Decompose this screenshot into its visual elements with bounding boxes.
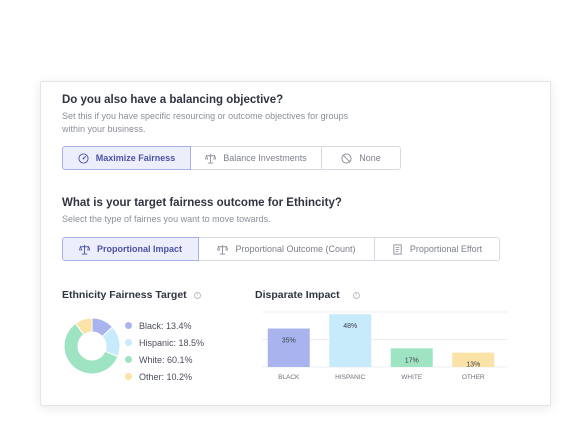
- legend-label: Other: 10.2%: [139, 371, 193, 382]
- proportional-outcome-label: Proportional Outcome (Count): [235, 244, 356, 254]
- balancing-objective-title: Do you also have a balancing objective?: [62, 94, 284, 106]
- info-icon[interactable]: i: [194, 292, 201, 299]
- legend-dot: [125, 373, 132, 380]
- scale-icon: [78, 244, 90, 255]
- fairness-target-donut: [63, 317, 121, 375]
- balancing-objective-selector: Maximize Fairness Balance Investments No…: [62, 146, 401, 170]
- document-icon: [393, 243, 402, 255]
- legend-dot: [125, 339, 132, 346]
- none-label: None: [359, 153, 381, 163]
- x-tick-label: WHITE: [401, 374, 423, 381]
- none-button[interactable]: None: [321, 146, 401, 170]
- fairness-target-title: Ethnicity Fairness Target: [62, 289, 187, 301]
- fairness-settings-card: Do you also have a balancing objective? …: [40, 81, 551, 406]
- bar-black: [267, 328, 310, 367]
- x-tick-label: BLACK: [278, 374, 300, 381]
- legend-label: Hispanic: 18.5%: [139, 337, 205, 348]
- bar-value-label: 17%: [405, 357, 419, 364]
- bar-value-label: 13%: [466, 362, 480, 369]
- legend-item-hispanic: Hispanic: 18.5%: [125, 334, 204, 351]
- legend-item-black: Black: 13.4%: [125, 317, 204, 334]
- proportional-impact-label: Proportional Impact: [96, 244, 182, 254]
- maximize-fairness-button[interactable]: Maximize Fairness: [62, 146, 191, 170]
- target-outcome-subtitle: Select the type of fairnes you want to m…: [62, 214, 271, 224]
- x-tick-label: HISPANIC: [335, 374, 366, 381]
- legend-dot: [125, 356, 132, 363]
- maximize-fairness-label: Maximize Fairness: [95, 153, 176, 163]
- legend-item-other: Other: 10.2%: [125, 368, 204, 385]
- bar-value-label: 35%: [282, 338, 296, 345]
- fairness-target-legend: Black: 13.4% Hispanic: 18.5% White: 60.1…: [125, 317, 204, 385]
- disparate-impact-chart: 35% BLACK 48% HISPANIC 17% WHITE 13% OTHER: [262, 311, 508, 381]
- proportional-impact-button[interactable]: Proportional Impact: [62, 237, 199, 261]
- disparate-impact-title: Disparate Impact: [255, 289, 340, 301]
- legend-label: White: 60.1%: [139, 354, 193, 365]
- legend-item-white: White: 60.1%: [125, 351, 204, 368]
- gauge-icon: [78, 152, 89, 164]
- scale-icon: [217, 244, 229, 255]
- proportional-outcome-button[interactable]: Proportional Outcome (Count): [198, 237, 375, 261]
- info-icon[interactable]: i: [353, 292, 360, 299]
- balance-investments-button[interactable]: Balance Investments: [190, 146, 322, 170]
- proportional-effort-button[interactable]: Proportional Effort: [374, 237, 500, 261]
- target-outcome-title: What is your target fairness outcome for…: [62, 197, 342, 209]
- balancing-objective-subtitle: Set this if you have specific resourcing…: [62, 111, 349, 134]
- target-outcome-selector: Proportional Impact Proportional Outcome…: [62, 237, 500, 261]
- bar-value-label: 48%: [343, 323, 357, 330]
- scale-icon: [205, 153, 217, 164]
- none-icon: [341, 152, 352, 164]
- legend-dot: [125, 322, 132, 329]
- legend-label: Black: 13.4%: [139, 320, 192, 331]
- bar-hispanic: [329, 314, 372, 367]
- balance-investments-label: Balance Investments: [223, 153, 307, 163]
- x-tick-label: OTHER: [462, 374, 485, 381]
- proportional-effort-label: Proportional Effort: [409, 244, 483, 254]
